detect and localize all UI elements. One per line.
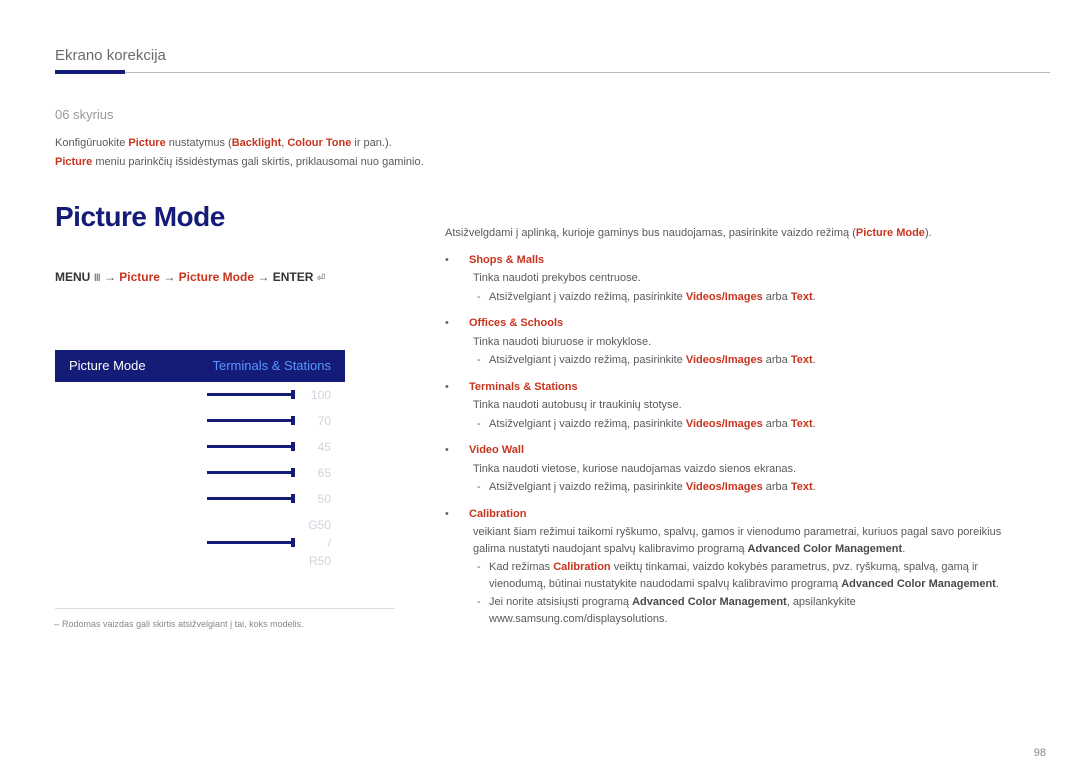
mode-title: Video Wall	[469, 444, 524, 456]
text: Jei norite atsisiųsti programą	[489, 596, 632, 608]
text: meniu parinkčių išsidėstymas gali skirti…	[92, 156, 423, 168]
breadcrumb-enter: ENTER	[273, 270, 314, 284]
keyword-backlight: Backlight	[232, 137, 282, 149]
mode-title: Terminals & Stations	[469, 381, 578, 393]
text: veikiant šiam režimui taikomi ryškumo, s…	[473, 526, 1001, 555]
mode-title: Offices & Schools	[469, 317, 563, 329]
slider-track	[207, 445, 294, 448]
arrow-icon: →	[257, 270, 269, 284]
osd-slider-value: 50	[303, 490, 331, 508]
mode-desc: Tinka naudoti autobusų ir traukinių stot…	[445, 397, 1020, 414]
text: ).	[925, 227, 932, 239]
keyword-advanced-color-management: Advanced Color Management	[748, 543, 903, 555]
horizontal-rule	[55, 72, 1050, 73]
text: Konfigūruokite	[55, 137, 128, 149]
slider-track	[207, 419, 294, 422]
osd-slider-row: 65	[55, 460, 345, 486]
osd-menu-mock: Picture Mode Terminals & Stations 100 70…	[55, 350, 345, 574]
breadcrumb-picture: Picture	[119, 270, 160, 284]
chapter-label: Ekrano korekcija	[55, 47, 166, 64]
osd-slider-row: 100	[55, 382, 345, 408]
osd-slider-value: 65	[303, 464, 331, 482]
mode-desc: Tinka naudoti prekybos centruose.	[445, 270, 1020, 287]
keyword-advanced-color-management: Advanced Color Management	[841, 578, 996, 590]
breadcrumb-menu: MENU	[55, 270, 90, 284]
slider-track	[207, 497, 294, 500]
text: .	[902, 543, 905, 555]
keyword-picture: Picture	[55, 156, 92, 168]
slider-track	[207, 471, 294, 474]
slider-track	[207, 541, 294, 544]
keyword-calibration: Calibration	[469, 508, 526, 520]
keyword-picture: Picture	[128, 137, 165, 149]
arrow-icon: →	[163, 270, 175, 284]
list-item: Video Wall	[445, 442, 1020, 459]
mode-desc: Tinka naudoti vietose, kuriose naudojama…	[445, 461, 1020, 478]
description-column: Atsižvelgdami į aplinką, kurioje gaminys…	[445, 225, 1020, 629]
osd-menu-header: Picture Mode Terminals & Stations	[55, 350, 345, 382]
text: .	[996, 578, 999, 590]
osd-slider-value: 70	[303, 412, 331, 430]
text: Kad režimas	[489, 561, 553, 573]
text: Atsižvelgdami į aplinką, kurioje gaminys…	[445, 227, 856, 239]
list-item: Offices & Schools	[445, 315, 1020, 332]
mode-subnote: Atsižvelgiant į vaizdo režimą, pasirinki…	[445, 289, 1020, 306]
mode-title: Shops & Malls	[469, 254, 544, 266]
page-number: 98	[1034, 745, 1046, 762]
osd-slider-row: G50 / R50	[55, 512, 345, 574]
mode-subnote: Atsižvelgiant į vaizdo režimą, pasirinki…	[445, 352, 1020, 369]
text: ir pan.).	[351, 137, 391, 149]
text: nustatymus (	[166, 137, 232, 149]
intro-text: Konfigūruokite Picture nustatymus (Backl…	[55, 135, 1020, 172]
osd-title: Picture Mode	[69, 356, 146, 376]
osd-slider-row: 70	[55, 408, 345, 434]
breadcrumb-picture-mode: Picture Mode	[179, 270, 254, 284]
keyword-picture-mode: Picture Mode	[856, 227, 925, 239]
mode-subnote: Atsižvelgiant į vaizdo režimą, pasirinki…	[445, 479, 1020, 496]
slider-track	[207, 393, 294, 396]
osd-selected-value: Terminals & Stations	[213, 356, 332, 376]
keyword-calibration: Calibration	[553, 561, 610, 573]
menu-icon: Ⅲ	[94, 273, 101, 284]
list-item: Terminals & Stations	[445, 379, 1020, 396]
arrow-icon: →	[104, 270, 116, 284]
footnote-separator	[55, 608, 395, 609]
osd-slider-value: G50 / R50	[303, 516, 331, 570]
osd-slider-row: 45	[55, 434, 345, 460]
keyword-advanced-color-management: Advanced Color Management	[632, 596, 787, 608]
chapter-heading: Ekrano korekcija	[55, 45, 166, 68]
enter-icon: ⏎	[317, 273, 325, 284]
mode-subnote: Atsižvelgiant į vaizdo režimą, pasirinki…	[445, 416, 1020, 433]
osd-slider-value: 100	[303, 386, 331, 404]
osd-slider-value: 45	[303, 438, 331, 456]
keyword-colour-tone: Colour Tone	[287, 137, 351, 149]
chapter-number: 06 skyrius	[55, 105, 1020, 125]
list-item: Shops & Malls	[445, 252, 1020, 269]
osd-slider-row: 50	[55, 486, 345, 512]
mode-desc: Tinka naudoti biuruose ir mokyklose.	[445, 334, 1020, 351]
footnote: Rodomas vaizdas gali skirtis atsižvelgia…	[62, 618, 304, 632]
horizontal-rule-accent	[55, 70, 125, 74]
list-item-calibration: Calibration	[445, 506, 1020, 523]
